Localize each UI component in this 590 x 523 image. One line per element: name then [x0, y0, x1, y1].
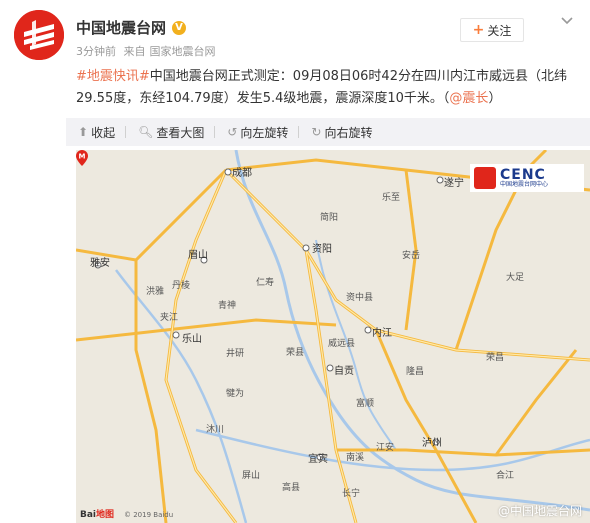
map-county-label: 高县: [282, 483, 301, 493]
map-city-label: 遂宁: [444, 178, 464, 189]
view-large-button[interactable]: 🔍︎ 查看大图: [138, 124, 204, 141]
map-county-label: 长宁: [342, 489, 361, 499]
plus-icon: +: [472, 22, 485, 38]
account-name[interactable]: 中国地震台网 V: [76, 17, 187, 38]
post-time[interactable]: 3分钟前: [76, 45, 116, 58]
baidu-map-text: 地图: [96, 510, 115, 520]
rotate-right-label: 向右旋转: [324, 125, 373, 140]
map-county-label: 洪雅: [146, 287, 165, 297]
verified-icon: V: [172, 20, 187, 35]
account-name-text[interactable]: 中国地震台网: [76, 17, 166, 38]
earthquake-map-image[interactable]: CENC 中国地震台网中心 成都 资阳 眉山 雅安 乐山 内江 自贡 宜宾 泸州…: [76, 150, 590, 523]
rotate-right-icon: ↻: [311, 125, 322, 139]
post-meta: 3分钟前 来自 国家地震台网: [76, 43, 220, 59]
map-city-label: 乐山: [182, 334, 202, 345]
collapse-icon: ⬆: [78, 125, 89, 139]
follow-label: 关注: [487, 23, 512, 38]
rotate-left-label: 向左旋转: [240, 125, 289, 140]
divider: [298, 126, 300, 138]
map-city-label: 自贡: [334, 366, 354, 377]
map-copyright: © 2019 Baidu: [124, 511, 174, 519]
marker-letter: M: [79, 153, 86, 161]
mention-link[interactable]: @震长: [449, 91, 488, 106]
map-county-label: 沐川: [206, 425, 225, 435]
map-city-label: 眉山: [188, 250, 208, 261]
collapse-label: 收起: [91, 125, 116, 140]
source-prefix: 来自: [123, 45, 146, 58]
map-city-label: 资阳: [312, 244, 332, 255]
map-city-label: 内江: [372, 328, 392, 339]
map-county-label: 荣县: [286, 348, 305, 358]
post-text: #地震快讯#中国地震台网正式测定：09月08日06时42分在四川内江市威远县（北…: [76, 66, 576, 110]
image-toolbar: ⬆ 收起 🔍︎ 查看大图 ↺ 向左旋转 ↻ 向右旋转: [66, 118, 590, 146]
cenc-logo-icon: [14, 10, 64, 60]
map-county-label: 安岳: [402, 251, 421, 261]
rotate-left-button[interactable]: ↺ 向左旋转: [227, 124, 288, 141]
map-county-label: 青神: [218, 301, 237, 311]
post-header: 中国地震台网 V 3分钟前 来自 国家地震台网 + 关注: [0, 0, 590, 68]
cenc-subtext: 中国地震台网中心: [500, 181, 549, 188]
map-county-label: 丹棱: [172, 281, 191, 291]
divider: [214, 126, 216, 138]
map-city-label: 成都: [232, 168, 252, 179]
map-city-label: 泸州: [422, 438, 442, 449]
map-county-label: 合江: [496, 471, 515, 481]
map-county-label: 富顺: [356, 399, 375, 409]
epicenter-marker-icon: M: [76, 150, 88, 166]
map-county-label: 隆昌: [406, 367, 425, 377]
map-county-label: 仁寿: [256, 278, 275, 288]
avatar[interactable]: [14, 10, 64, 60]
map-county-label: 威远县: [328, 339, 356, 349]
map-county-label: 夹江: [160, 313, 179, 323]
map-county-label: 简阳: [320, 213, 339, 223]
post-source[interactable]: 国家地震台网: [150, 45, 216, 58]
map-county-label: 乐至: [382, 193, 401, 203]
baidu-text: Bai: [80, 510, 97, 520]
cenc-text: CENC: [500, 167, 546, 183]
collapse-button[interactable]: ⬆ 收起: [78, 124, 115, 141]
map-county-label: 犍为: [226, 389, 245, 399]
map-county-label: 江安: [376, 443, 395, 453]
rotate-left-icon: ↺: [227, 125, 238, 139]
rotate-right-button[interactable]: ↻ 向右旋转: [311, 124, 372, 141]
map-county-label: 南溪: [346, 453, 365, 463]
divider: [125, 126, 127, 138]
baidu-logo: Bai地图: [80, 507, 114, 520]
topic-tag[interactable]: #地震快讯#: [76, 69, 150, 84]
map-county-label: 井研: [226, 349, 245, 359]
cenc-logo-icon: [474, 167, 496, 189]
magnify-icon: 🔍︎: [138, 125, 154, 139]
chevron-down-icon[interactable]: [560, 14, 574, 30]
map-county-label: 荣昌: [486, 353, 505, 363]
follow-button[interactable]: + 关注: [460, 18, 524, 42]
map-county-label: 大足: [506, 273, 525, 283]
post-suffix: ）: [488, 91, 502, 106]
map-city-label: 雅安: [90, 258, 110, 269]
map-city-label: 宜宾: [308, 454, 328, 465]
view-large-label: 查看大图: [156, 125, 205, 140]
map-county-label: 资中县: [346, 293, 374, 303]
weibo-watermark: @中国地震台网: [497, 504, 582, 518]
map-county-label: 屏山: [242, 471, 261, 481]
cenc-watermark-logo: CENC 中国地震台网中心: [470, 164, 584, 192]
